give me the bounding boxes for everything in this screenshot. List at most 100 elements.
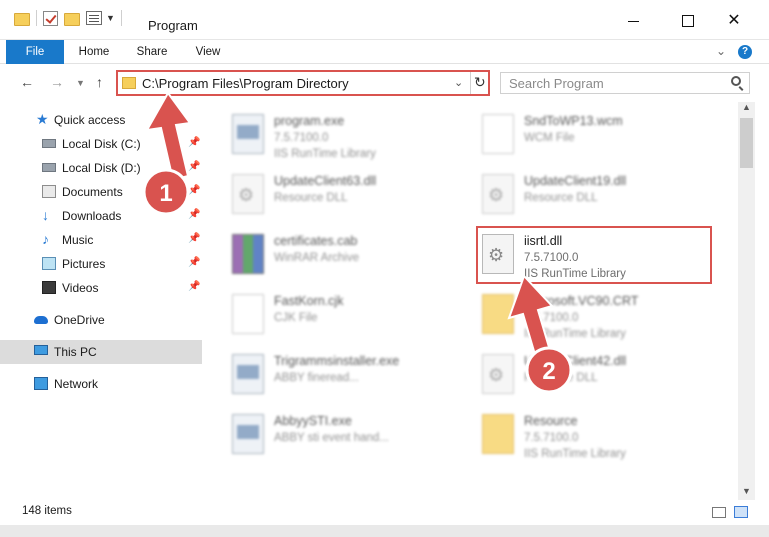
file-item-fastkorn[interactable]: FastKorn.cjk CJK File (228, 288, 464, 346)
search-input[interactable]: Search Program (500, 72, 750, 94)
file-item-program-exe[interactable]: program.exe 7.5.7100.0 IIS RunTime Libra… (228, 108, 464, 166)
pin-icon[interactable]: 📌 (188, 185, 200, 196)
file-description: IIS RunTime Library (274, 148, 376, 160)
sidebar-item-local-disk-c[interactable]: Local Disk (C:) 📌 (0, 132, 202, 156)
sidebar-item-network[interactable]: Network (0, 372, 202, 396)
file-item-iisrtl-dll[interactable]: iisrtl.dll 7.5.7100.0 IIS RunTime Librar… (476, 226, 712, 284)
sidebar-item-label: Local Disk (C:) (62, 137, 141, 151)
address-path[interactable]: C:\Program Files\Program Directory (142, 76, 349, 91)
new-folder-icon[interactable] (64, 12, 80, 26)
pin-icon[interactable]: 📌 (188, 209, 200, 220)
toolbar-divider (36, 10, 37, 26)
file-item-updateclient42[interactable]: UpdateClient42.dll Resource DLL (478, 348, 714, 406)
minimize-button[interactable] (626, 14, 642, 28)
file-item-abbyysti[interactable]: AbbyySTI.exe ABBY sti event hand... (228, 408, 464, 466)
close-button[interactable]: ✕ (726, 13, 742, 29)
address-bar[interactable]: C:\Program Files\Program Directory ⌄ ↻ (116, 70, 490, 96)
file-type: Resource DLL (274, 192, 348, 204)
sidebar-item-label: This PC (54, 345, 97, 359)
dll-icon (482, 354, 514, 394)
file-item-trigramm-installer[interactable]: Trigrammsinstaller.exe ABBY fineread... (228, 348, 464, 406)
tab-home[interactable]: Home (72, 40, 116, 64)
file-type: CJK File (274, 312, 318, 324)
back-button[interactable]: ← (20, 74, 34, 90)
download-icon: ↓ (42, 207, 49, 223)
file-name: Trigrammsinstaller.exe (274, 354, 400, 368)
file-name: Resource (524, 414, 578, 428)
details-view-icon[interactable] (712, 507, 726, 518)
scrollbar-thumb[interactable] (740, 118, 753, 168)
file-version: 7.5.7100.0 (274, 132, 329, 144)
vertical-scrollbar[interactable]: ▲ ▼ (738, 102, 755, 500)
properties-icon[interactable] (86, 11, 102, 25)
sidebar-item-videos[interactable]: Videos 📌 (0, 276, 202, 300)
pin-icon[interactable]: 📌 (188, 257, 200, 268)
pictures-icon (42, 257, 56, 270)
scroll-down-icon[interactable]: ▼ (742, 486, 751, 496)
file-item-updateclient63[interactable]: UpdateClient63.dll Resource DLL (228, 168, 464, 226)
properties-check-icon[interactable] (43, 10, 58, 26)
file-item-certificates[interactable]: certificates.cab WinRAR Archive (228, 228, 464, 286)
app-icon (232, 354, 264, 394)
pin-icon[interactable]: 📌 (188, 137, 200, 148)
recent-locations-icon[interactable]: ▼ (76, 78, 85, 88)
navigation-pane: ★ Quick access Local Disk (C:) 📌 Local D… (0, 102, 206, 500)
sidebar-item-this-pc[interactable]: This PC (0, 340, 202, 364)
file-type: Resource DLL (524, 192, 598, 204)
dll-icon (482, 174, 514, 214)
drive-icon (42, 163, 56, 172)
file-name: SndToWP13.wcm (524, 114, 623, 128)
pin-icon[interactable]: 📌 (188, 161, 200, 172)
sidebar-item-onedrive[interactable]: OneDrive (0, 308, 202, 332)
file-item-microsoft-vc90[interactable]: Microsoft.VC90.CRT 7.5.7100.0 IIS RunTim… (478, 288, 714, 346)
sidebar-item-label: Local Disk (D:) (62, 161, 141, 175)
file-item-content: iisrtl.dll 7.5.7100.0 IIS RunTime Librar… (478, 228, 714, 286)
chevron-down-icon[interactable]: ▼ (106, 13, 115, 23)
sidebar-item-local-disk-d[interactable]: Local Disk (D:) 📌 (0, 156, 202, 180)
music-icon: ♪ (42, 231, 49, 247)
sidebar-item-label: Pictures (62, 257, 106, 271)
file-item-updateclient19[interactable]: UpdateClient19.dll Resource DLL (478, 168, 714, 226)
pin-icon[interactable]: 📌 (188, 281, 200, 292)
expand-ribbon-icon[interactable]: ⌄ (716, 44, 726, 58)
window-title: Program (148, 18, 198, 33)
quick-access-toolbar: ▼ (14, 10, 122, 26)
sidebar-item-label: Network (54, 377, 99, 391)
search-placeholder: Search Program (509, 76, 604, 91)
sidebar-item-quick-access[interactable]: ★ Quick access (0, 108, 202, 132)
chevron-down-icon[interactable]: ⌄ (454, 76, 463, 89)
sidebar-item-pictures[interactable]: Pictures 📌 (0, 252, 202, 276)
file-description: IIS RunTime Library (524, 328, 626, 340)
pin-icon[interactable]: 📌 (188, 233, 200, 244)
file-item-resource[interactable]: Resource 7.5.7100.0 IIS RunTime Library (478, 408, 714, 466)
tab-file[interactable]: File (6, 40, 64, 64)
ribbon-tabs: File Home Share View ⌄ ? (0, 40, 769, 64)
refresh-icon[interactable]: ↻ (474, 74, 486, 91)
search-icon[interactable] (731, 76, 741, 86)
archive-icon (232, 234, 264, 274)
dll-icon (482, 234, 514, 274)
file-version: 7.5.7100.0 (524, 432, 579, 444)
help-icon[interactable]: ? (738, 45, 752, 59)
sidebar-item-music[interactable]: ♪ Music 📌 (0, 228, 202, 252)
sidebar-item-label: OneDrive (54, 313, 105, 327)
scroll-up-icon[interactable]: ▲ (742, 102, 751, 112)
file-name: UpdateClient63.dll (274, 174, 377, 188)
folder-icon (14, 12, 30, 26)
sidebar-item-documents[interactable]: Documents 📌 (0, 180, 202, 204)
tab-share[interactable]: Share (130, 40, 174, 64)
file-name: Microsoft.VC90.CRT (524, 294, 639, 308)
file-name: certificates.cab (274, 234, 358, 248)
up-button[interactable]: ↑ (96, 74, 103, 90)
maximize-button[interactable] (680, 14, 696, 28)
toolbar-divider (120, 10, 122, 26)
folder-icon (482, 294, 514, 334)
file-name: UpdateClient42.dll (524, 354, 627, 368)
file-item-sndtowp13[interactable]: SndToWP13.wcm WCM File (478, 108, 714, 166)
forward-button[interactable]: → (50, 74, 64, 90)
sidebar-item-downloads[interactable]: ↓ Downloads 📌 (0, 204, 202, 228)
tab-view[interactable]: View (188, 40, 228, 64)
title-bar: ▼ Program ✕ (0, 0, 769, 40)
dll-icon (232, 174, 264, 214)
large-icons-view-icon[interactable] (734, 506, 748, 518)
